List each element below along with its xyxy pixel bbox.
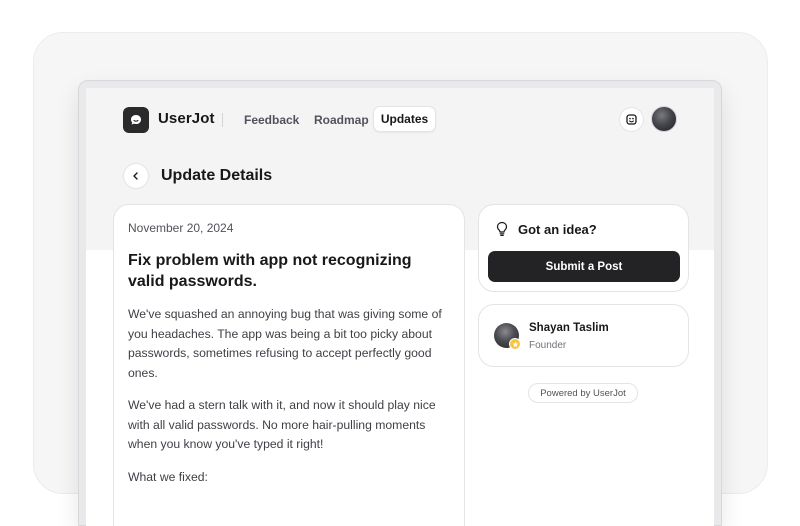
post-paragraph: We've had a stern talk with it, and now …: [128, 398, 436, 451]
author-role: Founder: [529, 340, 567, 351]
userjot-logo-icon[interactable]: [123, 107, 149, 133]
powered-by-link[interactable]: Powered by UserJot: [528, 383, 638, 403]
back-button[interactable]: [123, 163, 149, 189]
post-title: Fix problem with app not recognizing val…: [128, 252, 412, 290]
post-paragraph: We've squashed an annoying bug that was …: [128, 307, 442, 380]
post-paragraph: What we fixed:: [128, 469, 208, 484]
smiley-icon[interactable]: [619, 107, 644, 132]
post-date: November 20, 2024: [128, 221, 234, 235]
page-title: Update Details: [161, 167, 273, 184]
divider: [222, 113, 223, 127]
nav-updates[interactable]: Updates: [373, 106, 436, 132]
update-card: November 20, 2024 Fix problem with app n…: [113, 204, 465, 526]
author-card: Shayan Taslim Founder: [478, 304, 689, 367]
author-name: Shayan Taslim: [529, 322, 609, 334]
user-avatar[interactable]: [651, 106, 677, 132]
nav-feedback[interactable]: Feedback: [244, 113, 299, 127]
idea-card: Got an idea? Submit a Post: [478, 204, 689, 292]
star-icon: [509, 338, 521, 350]
idea-title: Got an idea?: [518, 222, 597, 237]
post-body: We've squashed an annoying bug that was …: [128, 305, 450, 487]
app-window: UserJot Feedback Roadmap Updates Update …: [86, 88, 714, 526]
nav-roadmap[interactable]: Roadmap: [314, 113, 369, 127]
chevron-left-icon: [133, 172, 138, 180]
lightbulb-icon: [495, 221, 509, 242]
brand-name[interactable]: UserJot: [158, 110, 215, 127]
submit-post-button[interactable]: Submit a Post: [488, 251, 680, 282]
